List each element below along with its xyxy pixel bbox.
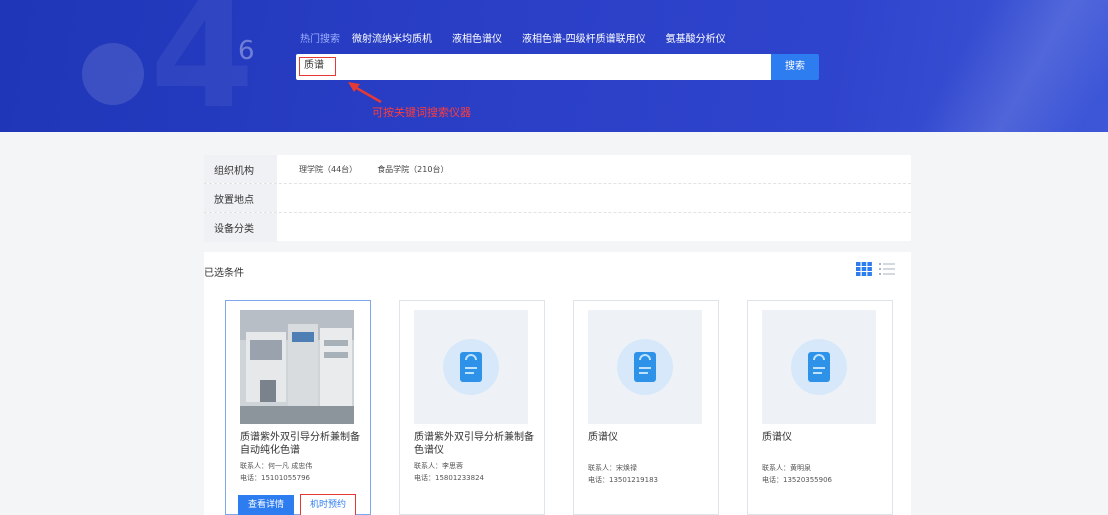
filter-label: 放置地点 <box>204 184 277 212</box>
instrument-contact: 联系人：黄明泉 <box>762 464 811 472</box>
banner-decoration-digit: 6 <box>238 36 255 66</box>
filter-label: 设备分类 <box>204 213 277 242</box>
filter-option[interactable]: 食品学院（210台） <box>377 164 448 175</box>
filter-label: 组织机构 <box>204 155 277 183</box>
selected-conditions-title: 已选条件 <box>204 268 244 279</box>
filter-row-category: 设备分类 <box>204 213 911 242</box>
banner-decoration-circle <box>82 43 144 105</box>
book-time-button[interactable]: 机时预约 <box>300 494 356 515</box>
instrument-card[interactable]: 质谱紫外双引导分析兼制备自动纯化色谱 联系人：何一凡 成忠伟 电话：151010… <box>225 300 371 515</box>
instrument-name[interactable]: 质谱紫外双引导分析兼制备色谱仪 <box>414 431 534 457</box>
instrument-name[interactable]: 质谱紫外双引导分析兼制备自动纯化色谱 <box>240 431 360 457</box>
filter-row-location: 放置地点 <box>204 184 911 213</box>
instrument-card[interactable]: 质谱仪 联系人：宋焕禄 电话：13501219183 <box>573 300 719 515</box>
filter-row-organization: 组织机构 理学院（44台） 食品学院（210台） <box>204 155 911 184</box>
hot-search-item[interactable]: 液相色谱仪 <box>452 30 502 45</box>
hot-search-item[interactable]: 微射流纳米均质机 <box>352 30 432 45</box>
instrument-phone: 电话：13501219183 <box>588 476 658 484</box>
placeholder-circle <box>791 339 847 395</box>
instrument-contact: 联系人：何一凡 成忠伟 <box>240 462 313 470</box>
hot-search-item[interactable]: 氨基酸分析仪 <box>666 30 726 45</box>
instrument-placeholder-image <box>762 310 876 424</box>
view-details-button[interactable]: 查看详情 <box>238 495 294 515</box>
annotation-text: 可按关键词搜索仪器 <box>372 106 471 119</box>
instrument-phone: 电话：15801233824 <box>414 474 484 482</box>
search-banner: 4 6 热门搜索 微射流纳米均质机 液相色谱仪 液相色谱-四级杆质谱联用仪 氨基… <box>0 0 1108 132</box>
placeholder-circle <box>443 339 499 395</box>
instrument-card[interactable]: 质谱仪 联系人：黄明泉 电话：13520355906 <box>747 300 893 515</box>
hot-search-label: 热门搜索 <box>300 34 340 45</box>
search-input[interactable]: 质谱 <box>299 57 336 76</box>
annotation-arrow-icon <box>348 82 382 104</box>
placeholder-circle <box>617 339 673 395</box>
filter-option[interactable]: 理学院（44台） <box>299 164 357 175</box>
filter-options: 理学院（44台） 食品学院（210台） <box>277 164 448 175</box>
instrument-name[interactable]: 质谱仪 <box>762 431 882 444</box>
instrument-placeholder-image <box>414 310 528 424</box>
instrument-phone: 电话：13520355906 <box>762 476 832 484</box>
instrument-contact: 联系人：宋焕禄 <box>588 464 637 472</box>
instrument-contact: 联系人：李思蓉 <box>414 462 463 470</box>
document-icon <box>808 352 830 382</box>
instrument-photo <box>240 310 354 424</box>
hot-search-row: 热门搜索 微射流纳米均质机 液相色谱仪 液相色谱-四级杆质谱联用仪 氨基酸分析仪 <box>300 30 746 45</box>
instrument-phone: 电话：15101055796 <box>240 474 310 482</box>
document-icon <box>634 352 656 382</box>
banner-decoration-glow <box>908 0 1108 132</box>
instrument-card[interactable]: 质谱紫外双引导分析兼制备色谱仪 联系人：李思蓉 电话：15801233824 <box>399 300 545 515</box>
search-input-container[interactable]: 质谱 <box>296 54 771 80</box>
instrument-name[interactable]: 质谱仪 <box>588 431 708 444</box>
grid-view-icon[interactable] <box>856 262 872 276</box>
list-view-icon[interactable] <box>879 262 895 276</box>
results-panel: 已选条件 质谱紫外双引导分析兼制备自动纯化色谱 联系人：何一凡 成忠伟 电话：1… <box>204 252 911 515</box>
search-button[interactable]: 搜索 <box>771 54 819 80</box>
filter-panel: 组织机构 理学院（44台） 食品学院（210台） 放置地点 设备分类 <box>204 155 911 242</box>
document-icon <box>460 352 482 382</box>
instrument-photo-illustration <box>240 310 354 424</box>
instrument-placeholder-image <box>588 310 702 424</box>
hot-search-item[interactable]: 液相色谱-四级杆质谱联用仪 <box>522 30 646 45</box>
